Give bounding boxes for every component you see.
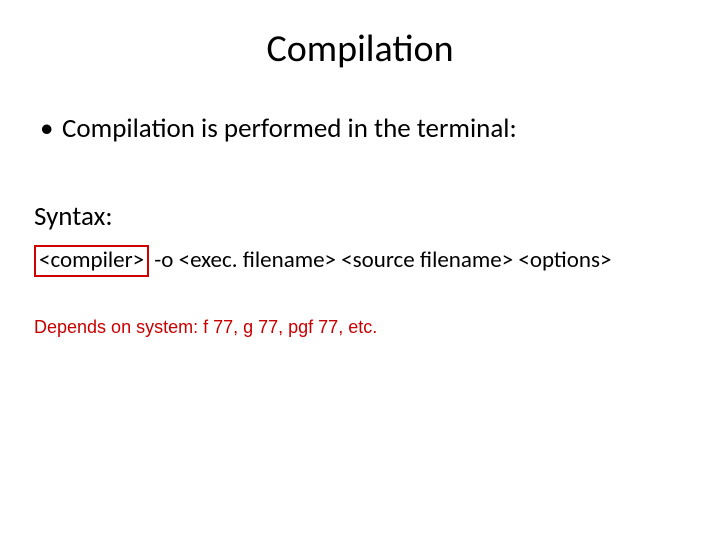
bullet-item: Compilation is performed in the terminal… — [38, 112, 682, 146]
syntax-label: Syntax: — [34, 200, 682, 233]
slide-title: Compilation — [38, 26, 682, 72]
bullet-list: Compilation is performed in the terminal… — [38, 112, 682, 146]
compiler-highlight-box: <compiler> — [34, 245, 149, 278]
slide: Compilation Compilation is performed in … — [0, 0, 720, 540]
depends-note: Depends on system: f 77, g 77, pgf 77, e… — [34, 317, 682, 338]
syntax-line: <compiler> -o <exec. filename> <source f… — [34, 245, 682, 278]
syntax-rest: -o <exec. filename> <source filename> <o… — [149, 246, 611, 274]
